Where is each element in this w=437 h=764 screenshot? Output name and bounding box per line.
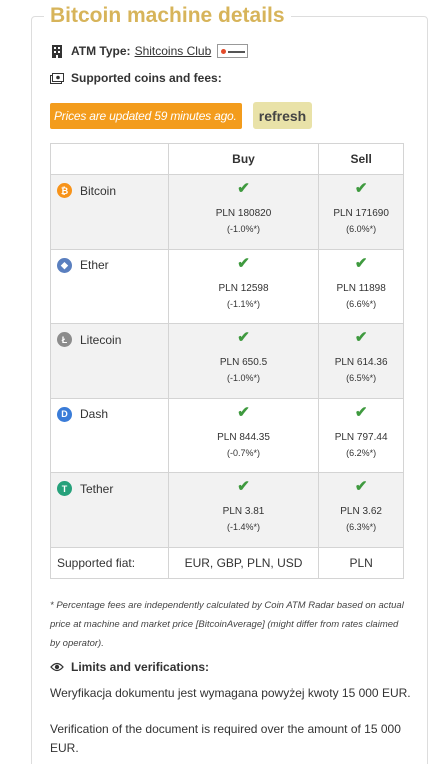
sell-price: PLN 171690: [333, 208, 389, 219]
prices-updated-badge: Prices are updated 59 minutes ago.: [50, 103, 242, 129]
buy-fee: (-1.4%*): [227, 522, 261, 532]
table-row: ₿ Bitcoin ✔ PLN 180820 (-1.0%*) ✔ PLN 17…: [50, 174, 404, 250]
header-sell: Sell: [318, 143, 404, 175]
coin-name: Ether: [80, 258, 109, 272]
money-icon: [50, 71, 64, 85]
buy-cell: ✔ PLN 12598 (-1.1%*): [167, 248, 320, 324]
sell-fee: (6.5%*): [346, 373, 377, 383]
buy-cell: ✔ PLN 180820 (-1.0%*): [167, 174, 320, 250]
bitcoin-icon: ₿: [57, 183, 72, 198]
buy-cell: ✔ PLN 844.35 (-0.7%*): [167, 397, 320, 473]
table-row: T Tether ✔ PLN 3.81 (-1.4%*) ✔ PLN 3.62 …: [50, 472, 404, 548]
check-icon: ✔: [237, 403, 250, 421]
coin-name: Dash: [80, 407, 109, 421]
coins-fees-row: Supported coins and fees:: [50, 71, 222, 85]
table-row: Ł Litecoin ✔ PLN 650.5 (-1.0%*) ✔ PLN 61…: [50, 323, 404, 399]
header-empty: [50, 143, 169, 175]
litecoin-icon: Ł: [57, 332, 72, 347]
fiat-label: Supported fiat:: [50, 546, 169, 579]
check-icon: ✔: [354, 478, 368, 495]
check-icon: ✔: [237, 329, 250, 346]
buy-price: PLN 180820: [215, 208, 272, 219]
check-icon: ✔: [354, 180, 368, 197]
sell-price: PLN 11898: [336, 282, 386, 294]
sell-fee: (6.3%*): [346, 522, 377, 532]
buy-price: PLN 12598: [218, 282, 269, 294]
check-icon: ✔: [354, 254, 368, 272]
check-icon: ✔: [237, 180, 250, 197]
buy-cell: ✔ PLN 3.81 (-1.4%*): [167, 472, 320, 548]
operator-logo: [217, 44, 249, 58]
limits-text-en: Verification of the document is required…: [50, 722, 401, 755]
fiat-row: Supported fiat: EUR, GBP, PLN, USD PLN: [50, 546, 404, 579]
sell-cell: ✔ PLN 171690 (6.0%*): [318, 174, 404, 250]
buy-price: PLN 3.81: [222, 506, 265, 517]
coin-cell: Ł Litecoin: [50, 323, 169, 399]
eye-icon: [50, 661, 64, 673]
buy-fee: (-1.1%*): [227, 298, 261, 309]
coins-fees-label: Supported coins and fees:: [71, 71, 222, 85]
fiat-buy: EUR, GBP, PLN, USD: [167, 546, 320, 579]
buy-price: PLN 844.35: [217, 431, 270, 443]
sell-cell: ✔ PLN 797.44 (6.2%*): [318, 397, 404, 473]
check-icon: ✔: [354, 329, 368, 346]
buy-fee: (-1.0%*): [227, 373, 261, 383]
atm-type-label: ATM Type:: [71, 44, 131, 58]
coin-cell: D Dash: [50, 397, 169, 473]
ether-icon: ◆: [57, 257, 72, 273]
sell-price: PLN 3.62: [340, 506, 382, 517]
buy-fee: (-1.0%*): [227, 224, 261, 234]
sell-fee: (6.0%*): [346, 224, 377, 234]
sell-price: PLN 614.36: [334, 357, 388, 368]
coin-name: Tether: [80, 481, 114, 496]
coins-fees-table: Buy Sell ₿ Bitcoin ✔ PLN 180820 (-1.0%*)…: [50, 143, 404, 579]
buy-price: PLN 650.5: [219, 357, 268, 368]
coin-name: Bitcoin: [80, 183, 117, 198]
check-icon: ✔: [237, 478, 250, 495]
atm-type-link[interactable]: Shitcoins Club: [135, 44, 212, 58]
coin-cell: T Tether: [50, 472, 169, 548]
buy-fee: (-0.7%*): [227, 447, 261, 458]
sell-cell: ✔ PLN 3.62 (6.3%*): [318, 472, 404, 548]
buy-cell: ✔ PLN 650.5 (-1.0%*): [167, 323, 320, 399]
building-icon: [50, 44, 64, 58]
coin-cell: ₿ Bitcoin: [50, 174, 169, 250]
dash-icon: D: [57, 406, 72, 422]
sell-fee: (6.6%*): [346, 298, 377, 309]
table-row: ◆ Ether ✔ PLN 12598 (-1.1%*) ✔ PLN 11898…: [50, 248, 404, 324]
limits-title: Limits and verifications:: [71, 660, 210, 674]
atm-type-row: ATM Type: Shitcoins Club: [50, 44, 249, 58]
table-row: D Dash ✔ PLN 844.35 (-0.7%*) ✔ PLN 797.4…: [50, 397, 404, 473]
check-icon: ✔: [354, 403, 368, 421]
sell-cell: ✔ PLN 614.36 (6.5%*): [318, 323, 404, 399]
coin-name: Litecoin: [80, 332, 122, 347]
section-title: Bitcoin machine details: [44, 4, 291, 28]
header-buy: Buy: [167, 143, 320, 175]
limits-text-pl: Weryfikacja dokumentu jest wymagana powy…: [50, 686, 411, 700]
tether-icon: T: [57, 481, 72, 496]
sell-cell: ✔ PLN 11898 (6.6%*): [318, 248, 404, 324]
refresh-button[interactable]: refresh: [253, 102, 312, 129]
coin-cell: ◆ Ether: [50, 248, 169, 324]
check-icon: ✔: [237, 254, 250, 272]
fees-note: * Percentage fees are independently calc…: [50, 600, 404, 649]
sell-price: PLN 797.44: [334, 431, 388, 443]
fiat-sell: PLN: [318, 546, 404, 579]
sell-fee: (6.2%*): [346, 447, 377, 458]
limits-title-row: Limits and verifications:: [50, 660, 209, 674]
table-header-row: Buy Sell: [50, 143, 404, 175]
